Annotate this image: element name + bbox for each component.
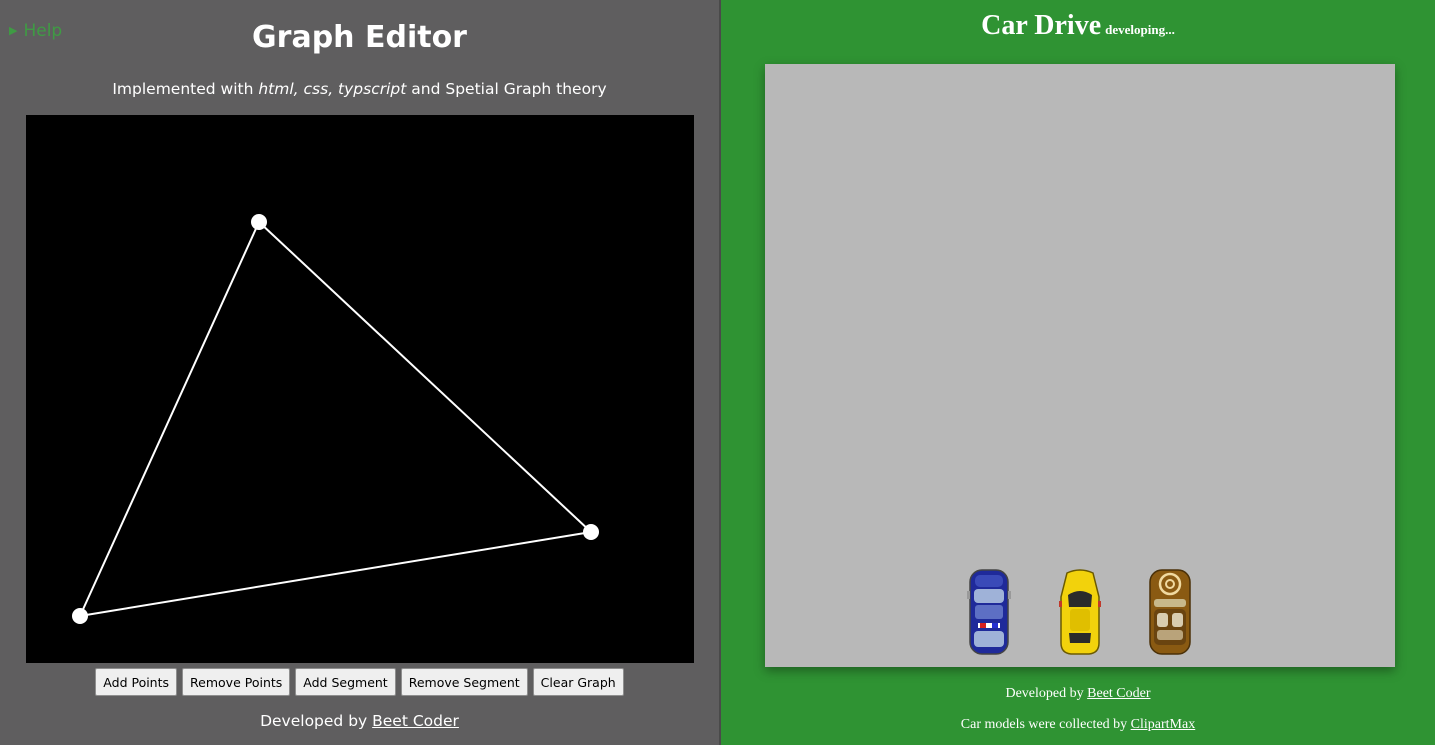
developer-link[interactable]: Beet Coder [372, 712, 459, 730]
road-canvas[interactable] [765, 64, 1395, 667]
car-credit-prefix: Developed by [1005, 686, 1088, 701]
car-developer-credit: Developed by Beet Coder [721, 686, 1435, 702]
graph-toolbar: Add Points Remove Points Add Segment Rem… [0, 668, 719, 696]
clipartmax-link[interactable]: ClipartMax [1131, 717, 1196, 732]
clear-graph-button[interactable]: Clear Graph [532, 668, 624, 696]
remove-points-button[interactable]: Remove Points [182, 668, 291, 696]
police-car-icon [967, 569, 1011, 655]
developer-credit: Developed by Beet Coder [0, 712, 719, 730]
subtitle-prefix: Implemented with [112, 80, 259, 98]
graph-editor-panel: ▶ Help Graph Editor Implemented with html… [0, 0, 719, 745]
graph-segment[interactable] [258, 221, 592, 533]
subtitle-tech: html, css, typscript [258, 80, 407, 98]
car-drive-panel: Car Drive developing... Developed by Bee… [721, 0, 1435, 745]
yellow-sports-car-icon [1059, 569, 1101, 655]
graph-segment[interactable] [79, 221, 260, 617]
credit-prefix: Developed by [260, 712, 373, 730]
graph-point[interactable] [583, 524, 599, 540]
remove-segment-button[interactable]: Remove Segment [400, 668, 528, 696]
page-title: Graph Editor [252, 20, 467, 55]
car-developer-link[interactable]: Beet Coder [1087, 686, 1150, 701]
graph-point[interactable] [72, 608, 88, 624]
subtitle-suffix: and Spetial Graph theory [406, 80, 607, 98]
graph-canvas[interactable] [26, 115, 694, 663]
developing-badge: developing... [1105, 22, 1175, 37]
graph-segment[interactable] [79, 531, 592, 617]
car-drive-title: Car Drive developing... [721, 10, 1435, 42]
add-segment-button[interactable]: Add Segment [295, 668, 396, 696]
brown-convertible-car-icon [1149, 569, 1191, 655]
graph-svg[interactable] [26, 115, 694, 663]
car-drive-heading: Car Drive [981, 10, 1102, 41]
car-models-credit: Car models were collected by ClipartMax [721, 717, 1435, 733]
subtitle: Implemented with html, css, typscript an… [0, 80, 719, 98]
models-credit-prefix: Car models were collected by [960, 717, 1131, 732]
add-points-button[interactable]: Add Points [95, 668, 178, 696]
graph-point[interactable] [251, 214, 267, 230]
